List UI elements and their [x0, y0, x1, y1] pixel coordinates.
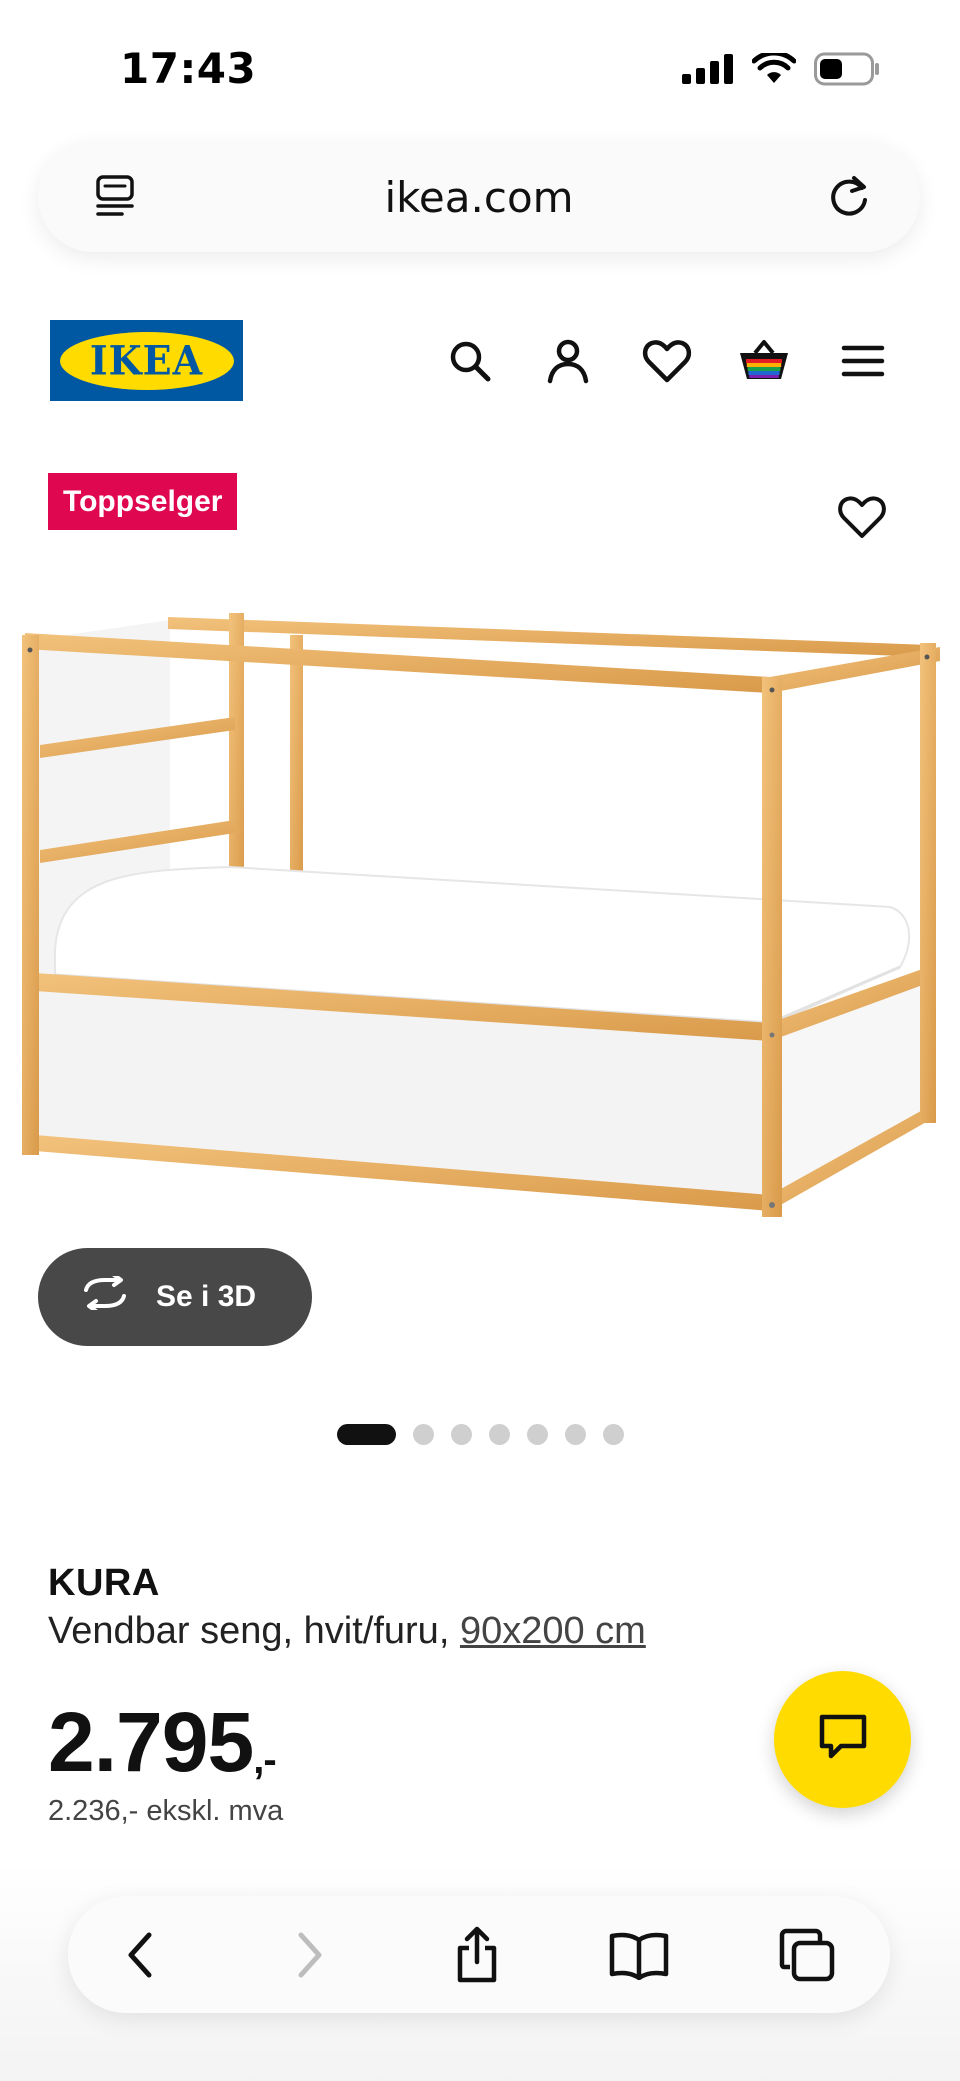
price-suffix: ,- — [253, 1738, 276, 1782]
menu-icon[interactable] — [836, 334, 890, 388]
price-amount: 2.795 — [48, 1695, 254, 1789]
carousel-dot[interactable] — [450, 1424, 472, 1445]
rotate-3d-icon — [80, 1273, 130, 1318]
status-time: 17:43 — [120, 44, 257, 93]
product-price: 2.795 ,- — [48, 1694, 277, 1791]
reader-icon[interactable] — [94, 174, 138, 225]
page: 17:43 ikea.com IKEA Toppselger Se i 3D K… — [0, 0, 960, 2081]
favourite-heart-icon[interactable] — [836, 494, 888, 546]
status-icons — [682, 50, 880, 91]
wifi-icon — [751, 50, 797, 90]
bookmarks-icon[interactable] — [608, 1924, 670, 1986]
product-description: Vendbar seng, hvit/furu, 90x200 cm — [48, 1610, 646, 1653]
url-text[interactable]: ikea.com — [384, 173, 573, 222]
account-icon[interactable] — [541, 334, 595, 388]
share-icon[interactable] — [446, 1924, 508, 1986]
battery-icon — [814, 52, 880, 91]
product-type: Vendbar seng, hvit/furu, — [48, 1610, 460, 1652]
bed-illustration — [22, 613, 940, 1217]
product-size-link[interactable]: 90x200 cm — [460, 1610, 646, 1652]
carousel-dot[interactable] — [412, 1424, 434, 1445]
carousel-dot[interactable] — [526, 1424, 548, 1445]
carousel-dot[interactable] — [564, 1424, 586, 1445]
chat-icon — [817, 1712, 869, 1767]
tabs-icon[interactable] — [776, 1924, 838, 1986]
logo-text: IKEA — [89, 336, 204, 385]
basket-icon[interactable] — [737, 334, 791, 388]
carousel-dot[interactable] — [488, 1424, 510, 1445]
chat-button[interactable] — [774, 1671, 911, 1808]
product-name: KURA — [48, 1562, 160, 1604]
view-in-3d-button[interactable]: Se i 3D — [38, 1248, 312, 1346]
search-icon[interactable] — [443, 334, 497, 388]
back-icon[interactable] — [110, 1924, 172, 1986]
ikea-logo[interactable]: IKEA — [50, 320, 243, 401]
address-bar[interactable]: ikea.com — [38, 142, 920, 252]
carousel-dot-active[interactable] — [336, 1424, 396, 1445]
signal-icon — [682, 54, 734, 89]
logo-oval: IKEA — [59, 331, 234, 390]
reload-icon[interactable] — [826, 172, 872, 225]
forward-icon[interactable] — [278, 1924, 340, 1986]
price-excl-vat: 2.236,- ekskl. mva — [48, 1795, 284, 1827]
carousel-dot[interactable] — [602, 1424, 624, 1445]
product-image[interactable] — [10, 595, 950, 1235]
bestseller-badge: Toppselger — [48, 473, 238, 530]
browser-toolbar — [68, 1896, 890, 2013]
heart-icon[interactable] — [640, 334, 694, 388]
view-in-3d-label: Se i 3D — [156, 1280, 257, 1313]
carousel-indicator — [0, 1424, 960, 1445]
